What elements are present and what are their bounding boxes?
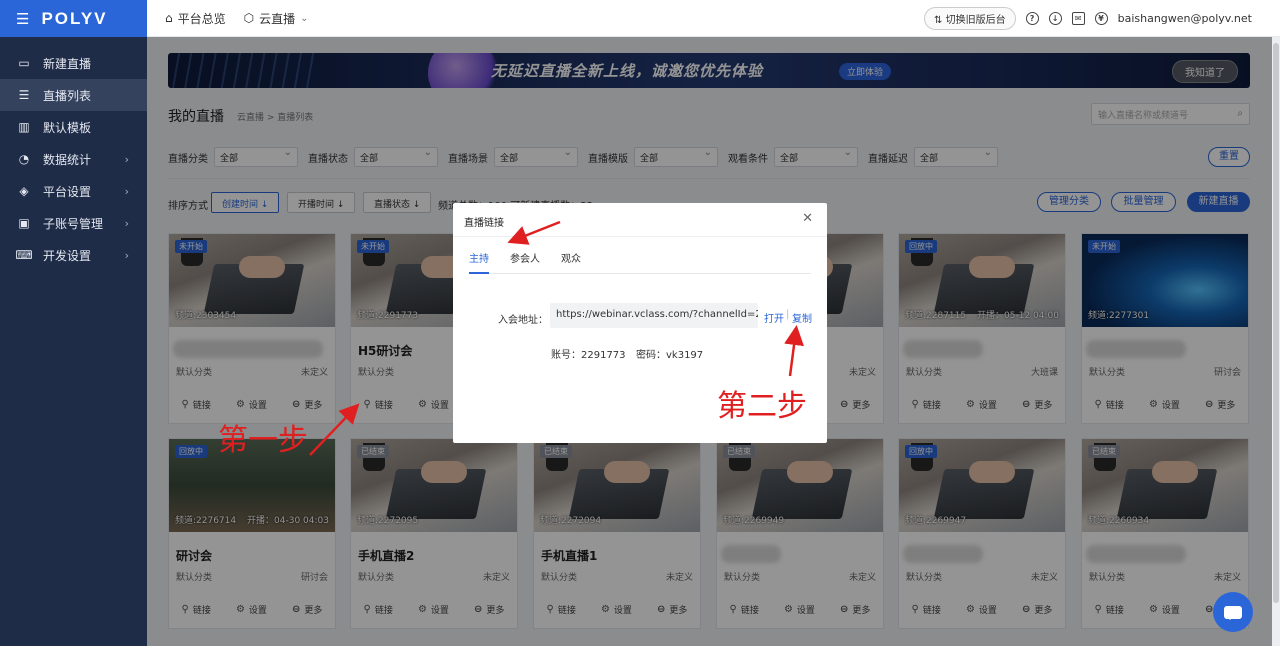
open-link-button[interactable]: 打开 bbox=[764, 310, 784, 325]
nav-product-label: 云直播 bbox=[259, 11, 296, 26]
close-icon[interactable]: ✕ bbox=[802, 211, 813, 226]
account-icon[interactable]: ¥ bbox=[1094, 12, 1108, 25]
join-url-value: https://webinar.vclass.com/?channelId=22… bbox=[556, 309, 758, 320]
step1-annotation: 第一步 bbox=[218, 423, 308, 458]
copy-link-button[interactable]: 复制 bbox=[792, 310, 812, 325]
sidebar-item-1[interactable]: ☰ 直播列表 bbox=[0, 79, 147, 111]
dialog-divider bbox=[453, 236, 827, 237]
scrollbar-thumb[interactable] bbox=[1273, 43, 1279, 603]
sidebar-item-5[interactable]: ▣ 子账号管理 › bbox=[0, 207, 147, 239]
video-icon: ▭ bbox=[18, 56, 30, 70]
chevron-right-icon: › bbox=[124, 216, 129, 230]
link-separator: | bbox=[786, 309, 790, 320]
chevron-down-icon: ⌄ bbox=[300, 12, 309, 24]
mail-icon[interactable]: ✉ bbox=[1071, 12, 1085, 25]
sidebar-item-label: 子账号管理 bbox=[43, 216, 104, 231]
sidebar-item-0[interactable]: ▭ 新建直播 bbox=[0, 47, 147, 79]
user-email[interactable]: baishangwen@polyv.net bbox=[1118, 12, 1252, 25]
logo-bar: ☰ POLYV bbox=[0, 0, 147, 37]
switch-old-button[interactable]: ⇅ 切换旧版后台 bbox=[924, 7, 1016, 30]
layers-icon: ◈ bbox=[19, 184, 29, 198]
address-label: 入会地址： bbox=[498, 315, 548, 326]
dialog-tabs: 主持 参会人 观众 bbox=[469, 250, 581, 265]
cube-icon: ⬡ bbox=[243, 11, 255, 25]
tab-audience[interactable]: 观众 bbox=[561, 250, 581, 265]
nav-product[interactable]: ⬡ 云直播 ⌄ bbox=[244, 10, 309, 27]
switch-old-label: 切换旧版后台 bbox=[945, 15, 1006, 26]
chevron-right-icon: › bbox=[124, 152, 129, 166]
chevron-right-icon: › bbox=[124, 184, 129, 198]
sidebar-item-label: 直播列表 bbox=[43, 88, 92, 103]
top-right-tools: ⇅ 切换旧版后台 ? ↓ ✉ ¥ baishangwen@polyv.net bbox=[924, 7, 1252, 30]
chat-icon bbox=[1224, 605, 1242, 620]
download-icon[interactable]: ↓ bbox=[1048, 12, 1062, 25]
sidebar-item-label: 数据统计 bbox=[43, 152, 92, 167]
chevron-right-icon: › bbox=[124, 248, 129, 262]
tab-host[interactable]: 主持 bbox=[469, 250, 489, 265]
sidebar-item-3[interactable]: ◔ 数据统计 › bbox=[0, 143, 147, 175]
sidebar-item-label: 新建直播 bbox=[43, 56, 92, 71]
list-icon: ☰ bbox=[18, 88, 30, 102]
chat-support-button[interactable] bbox=[1213, 592, 1253, 632]
sidebar-item-6[interactable]: ⌨ 开发设置 › bbox=[0, 239, 147, 271]
sidebar-item-4[interactable]: ◈ 平台设置 › bbox=[0, 175, 147, 207]
sidebar-item-label: 默认模板 bbox=[43, 120, 92, 135]
dialog-title: 直播链接 bbox=[464, 218, 504, 229]
top-bar: ⌂ 平台总览 ⬡ 云直播 ⌄ ⇅ 切换旧版后台 ? ↓ ✉ ¥ baishang… bbox=[147, 0, 1280, 37]
nav-home[interactable]: ⌂ 平台总览 bbox=[165, 10, 226, 27]
template-icon: ▥ bbox=[18, 120, 30, 134]
join-url-field[interactable]: https://webinar.vclass.com/?channelId=22… bbox=[550, 303, 758, 328]
step2-annotation: 第二步 bbox=[717, 389, 807, 424]
sidebar: ☰ POLYV ▭ 新建直播 ☰ 直播列表 ▥ 默认模板 ◔ 数据统计 › ◈ 平台设置 › ▣ 子账号管… bbox=[0, 0, 147, 646]
menu-toggle-icon[interactable]: ☰ bbox=[16, 10, 29, 28]
switch-icon: ⇅ bbox=[934, 15, 946, 26]
password-info: 密码：vk3197 bbox=[636, 350, 704, 361]
brand-logo: POLYV bbox=[41, 8, 108, 28]
tab-attendee[interactable]: 参会人 bbox=[510, 250, 540, 265]
sidebar-item-2[interactable]: ▥ 默认模板 bbox=[0, 111, 147, 143]
app-root: ☰ POLYV ▭ 新建直播 ☰ 直播列表 ▥ 默认模板 ◔ 数据统计 › ◈ 平台设置 › ▣ 子账号管… bbox=[0, 0, 1280, 646]
account-info: 账号：2291773 bbox=[551, 350, 626, 361]
help-icon[interactable]: ? bbox=[1025, 12, 1039, 25]
nav-home-label: 平台总览 bbox=[177, 11, 226, 26]
tab-active-indicator bbox=[469, 272, 489, 274]
user-card-icon: ▣ bbox=[18, 216, 30, 230]
code-icon: ⌨ bbox=[15, 248, 33, 262]
sidebar-item-label: 开发设置 bbox=[43, 248, 92, 263]
home-icon: ⌂ bbox=[165, 11, 173, 25]
chart-icon: ◔ bbox=[18, 152, 30, 166]
sidebar-nav: ▭ 新建直播 ☰ 直播列表 ▥ 默认模板 ◔ 数据统计 › ◈ 平台设置 › ▣ 子账号管理 › ⌨ 开发设置 › bbox=[0, 47, 147, 271]
sidebar-item-label: 平台设置 bbox=[43, 184, 92, 199]
tab-underline-track bbox=[469, 273, 811, 274]
scrollbar[interactable] bbox=[1272, 37, 1280, 646]
